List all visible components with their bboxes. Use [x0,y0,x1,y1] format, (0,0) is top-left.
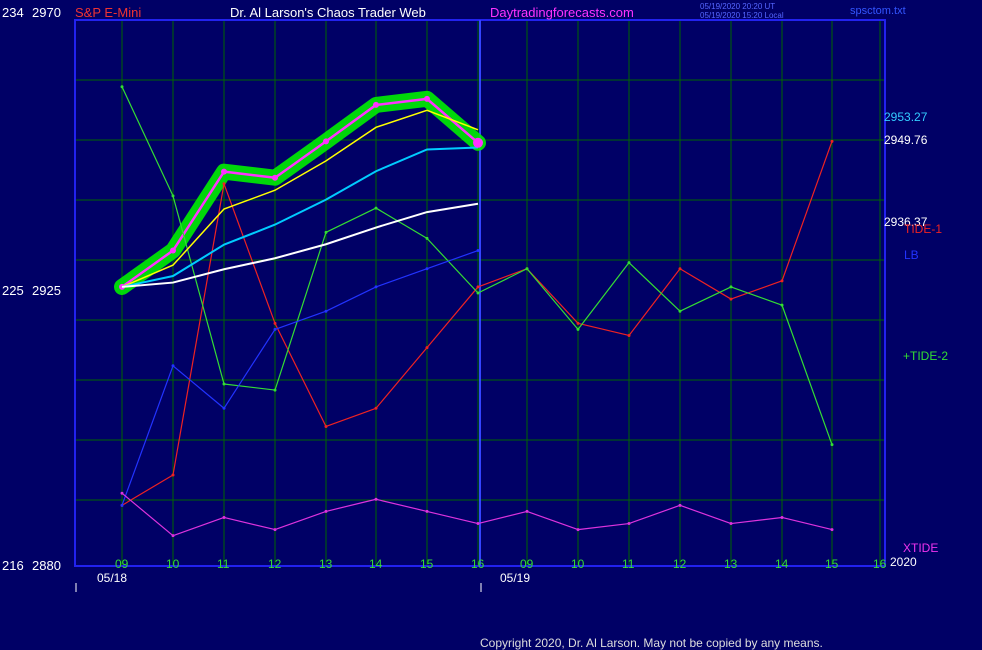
series-point-lb [374,285,378,289]
site-link[interactable]: Daytradingforecasts.com [490,5,634,20]
series-point--tide-2 [576,327,580,331]
series-point-price [272,174,278,181]
y-mid-label-left: 225 [2,283,24,298]
series-point-price [323,138,329,145]
price-label-last: 2949.76 [884,133,928,147]
x-tick-label: 12 [268,557,282,571]
chart-canvas: 234 2970 S&P E-Mini Dr. Al Larson's Chao… [0,0,982,650]
x-tick-label: 16 [471,557,485,571]
series-point-lb [171,364,175,368]
series-point-xtide [222,515,226,519]
series-point-xtide [171,534,175,538]
x-tick-label: 16 [873,557,887,571]
xtide-label: XTIDE [903,541,938,555]
series-point-tide-1 [171,473,175,477]
series-point-xtide [830,528,834,532]
year-corner-label: 2020 [890,555,917,569]
series-point-xtide [120,491,124,495]
series-point-xtide [273,528,277,532]
x-tick-label: 09 [520,557,534,571]
series-point-xtide [576,528,580,532]
timestamp-ut: 05/19/2020 20:20 UT [700,2,775,11]
y-bottom-label-right: 2880 [32,558,61,573]
chart-background [0,0,982,650]
series-point--tide-2 [830,443,834,447]
series-point-price [373,101,379,108]
x-tick-label: 13 [319,557,333,571]
series-point-price [221,168,227,175]
series-point--tide-2 [273,388,277,392]
y-top-label-right: 2970 [32,5,61,20]
series-point-lb [324,309,328,313]
y-bottom-label-left: 216 [2,558,24,573]
series-point--tide-2 [525,267,529,271]
series-point-tide-1 [830,139,834,143]
instrument-label: S&P E-Mini [75,5,141,20]
x-tick-label: 10 [571,557,585,571]
series-point-tide-1 [780,279,784,283]
x-tick-label: 09 [115,557,129,571]
last-price-marker [473,137,483,148]
series-point--tide-2 [120,85,124,89]
series-point--tide-2 [780,303,784,307]
copyright-footer: Copyright 2020, Dr. Al Larson. May not b… [480,636,823,650]
series-point--tide-2 [324,230,328,234]
lb-label: LB [904,248,919,262]
series-point-tide-1 [576,321,580,325]
x-tick-label: 11 [217,557,230,571]
series-point-lb [425,267,429,271]
data-file-label: spsctom.txt [850,5,906,17]
series-point-price [170,247,176,254]
x-tick-label: 15 [825,557,839,571]
chart-title: Dr. Al Larson's Chaos Trader Web [230,5,426,20]
series-point-tide-1 [273,321,277,325]
series-point--tide-2 [171,194,175,198]
series-point-xtide [476,522,480,526]
series-point-tide-1 [627,333,631,337]
timestamp-local: 05/19/2020 15:20 Local [700,11,784,20]
x-tick-label: 15 [420,557,434,571]
series-point--tide-2 [729,285,733,289]
series-point-xtide [627,522,631,526]
series-point-price [424,95,430,102]
y-top-label-left: 234 [2,5,24,20]
series-point-xtide [678,503,682,507]
series-point-xtide [780,515,784,519]
date-label-day1: 05/18 [97,571,127,585]
x-tick-label: 10 [166,557,180,571]
x-tick-label: 14 [775,557,789,571]
series-point-xtide [729,522,733,526]
series-point--tide-2 [374,206,378,210]
x-tick-label: 11 [622,557,635,571]
series-point-xtide [425,509,429,513]
series-point-tide-1 [222,182,226,186]
tide1-label: TIDE-1 [904,222,942,236]
series-point--tide-2 [476,291,480,295]
series-point-tide-1 [374,406,378,410]
series-point-lb [120,503,124,507]
x-tick-label: 13 [724,557,738,571]
series-point-tide-1 [324,424,328,428]
tide2-label: +TIDE-2 [903,349,948,363]
series-point-tide-1 [425,346,429,350]
price-label-ema: 2953.27 [884,110,928,124]
series-point-xtide [525,509,529,513]
series-point--tide-2 [425,236,429,240]
series-point-tide-1 [476,285,480,289]
series-point-lb [222,406,226,410]
series-point-xtide [374,497,378,501]
series-point-tide-1 [678,267,682,271]
series-point-xtide [324,509,328,513]
x-tick-label: 14 [369,557,383,571]
series-point-tide-1 [729,297,733,301]
series-point--tide-2 [678,309,682,313]
series-point-lb [273,327,277,331]
x-tick-label: 12 [673,557,687,571]
series-point-lb [476,249,480,253]
series-point--tide-2 [627,261,631,265]
series-point--tide-2 [222,382,226,386]
date-label-day2: 05/19 [500,571,530,585]
y-mid-label-right: 2925 [32,283,61,298]
